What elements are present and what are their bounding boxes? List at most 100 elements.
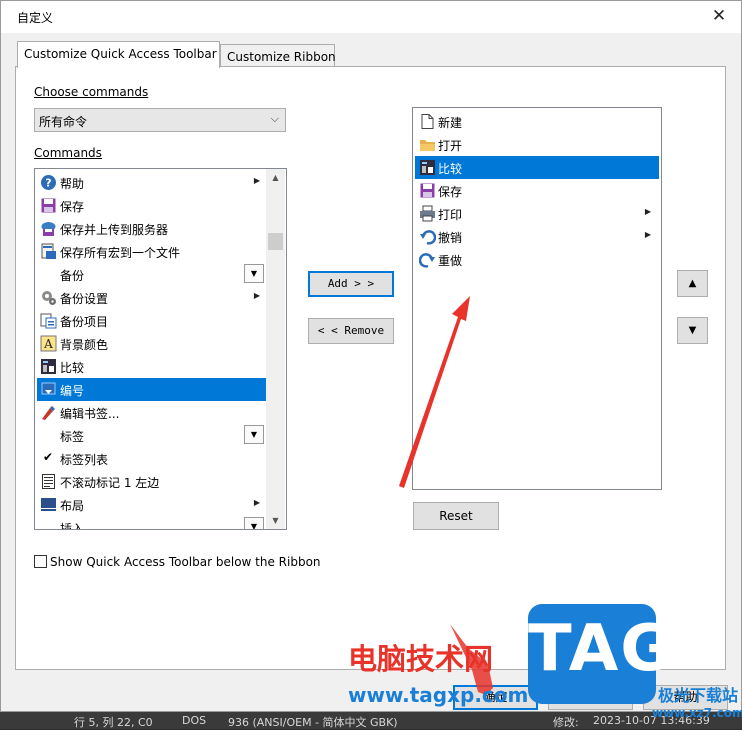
list-item[interactable]: ✔ 标签列表 bbox=[37, 447, 266, 470]
item-label: 备份 bbox=[60, 269, 85, 283]
list-item[interactable]: 保存所有宏到一个文件 bbox=[37, 240, 266, 263]
submenu-arrow-icon: ▶ bbox=[644, 230, 651, 239]
item-label: 标签列表 bbox=[60, 453, 109, 467]
move-down-button[interactable]: ▼ bbox=[677, 317, 708, 344]
list-item[interactable]: 打印 ▶ bbox=[415, 202, 659, 225]
modified-timestamp: 2023-10-07 13:46:39 bbox=[593, 714, 710, 727]
move-up-button[interactable]: ▲ bbox=[677, 270, 708, 297]
item-label: 帮助 bbox=[60, 177, 85, 191]
item-label: 比较 bbox=[60, 361, 85, 375]
compare-icon bbox=[420, 160, 435, 175]
background-color-icon: A bbox=[40, 335, 57, 352]
customize-dialog: 自定义 ✕ Customize Quick Access Toolbar Cus… bbox=[0, 0, 742, 712]
quick-access-toolbar-list[interactable]: 新建 打开 比较 保存 打印 ▶ 撤销 ▶ 重做 bbox=[412, 107, 662, 490]
dropdown-value: 所有命令 bbox=[39, 115, 88, 129]
list-item[interactable]: 保存 bbox=[415, 179, 659, 202]
list-item[interactable]: 打开 bbox=[415, 133, 659, 156]
item-label: 打印 bbox=[438, 208, 463, 222]
line-ending: DOS bbox=[182, 714, 207, 727]
choose-commands-label: Choose commands bbox=[34, 85, 149, 99]
svg-text:?: ? bbox=[45, 177, 51, 190]
help-button[interactable]: 帮助 bbox=[643, 685, 728, 710]
submenu-arrow-icon: ▶ bbox=[644, 207, 651, 216]
list-item[interactable]: 保存并上传到服务器 bbox=[37, 217, 266, 240]
item-label: 重做 bbox=[438, 254, 463, 268]
modified-label: 修改: bbox=[553, 716, 579, 729]
commands-label: Commands bbox=[34, 146, 102, 160]
svg-text:A: A bbox=[43, 337, 53, 351]
cancel-button[interactable]: 取消 bbox=[548, 685, 633, 710]
list-item[interactable]: 编辑书签... bbox=[37, 401, 266, 424]
new-file-icon bbox=[421, 114, 434, 129]
open-folder-icon bbox=[420, 140, 435, 151]
list-item[interactable]: A 背景颜色 bbox=[37, 332, 266, 355]
list-item[interactable]: 备份 ▼ bbox=[37, 263, 266, 286]
item-label: 编号 bbox=[60, 384, 85, 398]
dropdown-arrow-icon[interactable]: ▼ bbox=[244, 264, 264, 283]
encoding: 936 (ANSI/OEM - 简体中文 GBK) bbox=[228, 716, 398, 729]
list-item[interactable]: 保存 bbox=[37, 194, 266, 217]
item-label: 新建 bbox=[438, 116, 463, 130]
list-item[interactable]: 标签 ▼ bbox=[37, 424, 266, 447]
list-item[interactable]: 备份项目 bbox=[37, 309, 266, 332]
chevron-down-icon: ⌵ bbox=[270, 112, 279, 125]
list-item[interactable]: 不滚动标记 1 左边 bbox=[37, 470, 266, 493]
item-label: 背景颜色 bbox=[60, 338, 109, 352]
save-icon bbox=[420, 183, 435, 198]
remove-button-label: < < Remove bbox=[317, 324, 385, 337]
dropdown-arrow-icon[interactable]: ▼ bbox=[244, 425, 264, 444]
add-button[interactable]: Add > > bbox=[308, 271, 394, 297]
scroll-up-icon[interactable]: ▲ bbox=[266, 169, 285, 186]
list-item[interactable]: 重做 bbox=[415, 248, 659, 271]
item-label: 比较 bbox=[438, 162, 463, 176]
scroll-thumb[interactable] bbox=[268, 233, 283, 250]
add-button-label: Add > > bbox=[327, 277, 375, 290]
undo-icon bbox=[420, 230, 436, 245]
commands-scrollbar[interactable]: ▲ ▼ bbox=[266, 169, 285, 529]
cloud-upload-icon bbox=[41, 222, 56, 236]
compare-icon bbox=[41, 359, 56, 374]
save-macros-icon bbox=[41, 243, 56, 259]
item-label: 撤销 bbox=[438, 231, 463, 245]
gear-icon bbox=[42, 291, 56, 305]
triangle-up-icon: ▲ bbox=[688, 278, 697, 289]
scroll-down-icon[interactable]: ▼ bbox=[266, 512, 285, 529]
edit-bookmark-icon bbox=[42, 406, 55, 420]
list-item[interactable]: 布局 ▶ bbox=[37, 493, 266, 516]
list-item[interactable]: 撤销 ▶ bbox=[415, 225, 659, 248]
list-item[interactable]: 备份设置 ▶ bbox=[37, 286, 266, 309]
cancel-button-label: 取消 bbox=[578, 690, 603, 704]
dropdown-arrow-icon[interactable]: ▼ bbox=[244, 517, 264, 529]
status-bar: 行 5, 列 22, C0 DOS 936 (ANSI/OEM - 简体中文 G… bbox=[0, 712, 742, 729]
triangle-down-icon: ▼ bbox=[688, 325, 697, 336]
item-label: 备份设置 bbox=[60, 292, 109, 306]
layout-icon bbox=[41, 498, 56, 511]
list-item[interactable]: 比较 bbox=[37, 355, 266, 378]
list-item[interactable]: 插入 ▼ bbox=[37, 516, 266, 529]
cursor-position: 行 5, 列 22, C0 bbox=[74, 716, 153, 729]
print-icon bbox=[420, 205, 435, 222]
list-item[interactable]: 新建 bbox=[415, 110, 659, 133]
submenu-arrow-icon: ▶ bbox=[253, 498, 260, 507]
list-item-selected[interactable]: 比较 bbox=[415, 156, 659, 179]
item-label: 保存所有宏到一个文件 bbox=[60, 246, 181, 260]
help-button-label: 帮助 bbox=[673, 690, 698, 704]
item-label: 保存并上传到服务器 bbox=[60, 223, 169, 237]
ok-button[interactable]: 确定 bbox=[453, 685, 538, 710]
item-label: 不滚动标记 1 左边 bbox=[60, 476, 160, 490]
help-icon: ? bbox=[41, 175, 56, 190]
item-label: 保存 bbox=[60, 200, 85, 214]
item-label: 打开 bbox=[438, 139, 463, 153]
remove-button[interactable]: < < Remove bbox=[308, 318, 394, 344]
save-icon bbox=[41, 198, 56, 213]
item-label: 备份项目 bbox=[60, 315, 109, 329]
numbering-icon bbox=[41, 382, 56, 395]
reset-button[interactable]: Reset bbox=[413, 502, 499, 530]
show-below-ribbon-checkbox[interactable] bbox=[34, 555, 47, 568]
list-item-selected[interactable]: 编号 bbox=[37, 378, 266, 401]
choose-commands-dropdown[interactable]: 所有命令 ⌵ bbox=[34, 108, 286, 132]
item-label: 标签 bbox=[60, 430, 85, 444]
list-item[interactable]: ? 帮助 ▶ bbox=[37, 171, 266, 194]
document-icon bbox=[42, 474, 55, 489]
commands-list[interactable]: ? 帮助 ▶ 保存 保存并上传到服务器 保存所有宏到一个文件 备份 ▼ 备份设置… bbox=[34, 168, 287, 530]
